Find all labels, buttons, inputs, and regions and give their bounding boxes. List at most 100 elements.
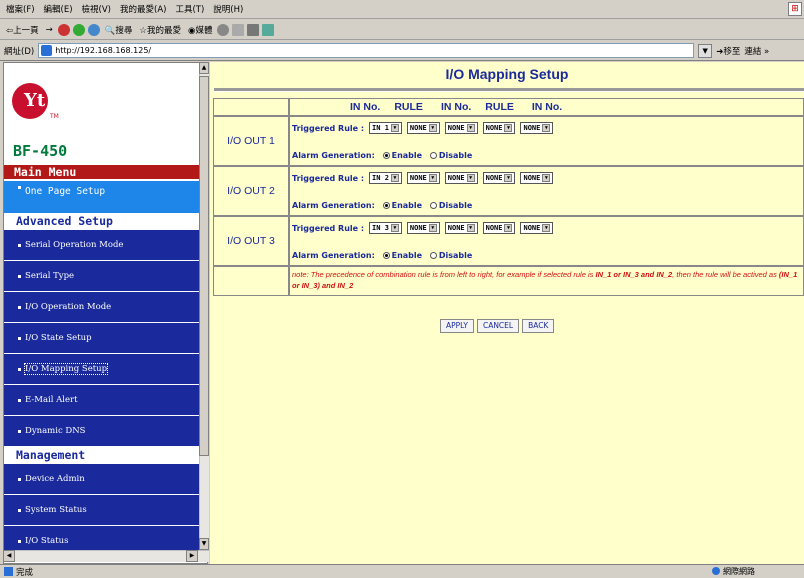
internet-zone-icon <box>712 567 720 575</box>
nav-device-admin[interactable]: Device Admin <box>4 463 204 494</box>
edit-icon[interactable] <box>262 23 275 36</box>
out2-in-select-3[interactable]: NONE ▼ <box>520 172 554 184</box>
favorites-button[interactable]: ☆我的最愛 <box>137 23 183 37</box>
nav-system-status[interactable]: System Status <box>4 494 204 525</box>
note-blank-cell <box>213 266 289 296</box>
bullet-icon <box>18 398 21 402</box>
back-button-form[interactable]: BACK <box>522 319 555 333</box>
nav-one-page-setup[interactable]: One Page Setup <box>4 180 204 214</box>
bullet-icon <box>18 508 21 512</box>
dropdown-arrow-icon: ▼ <box>504 124 513 132</box>
combination-rule-note: note: The precedence of combination rule… <box>292 270 798 290</box>
status-bar: 完成 <box>0 564 804 578</box>
windows-logo-icon: ⊞ <box>788 2 802 16</box>
left-horizontal-scrollbar[interactable] <box>3 550 209 562</box>
nav-dynamic-dns[interactable]: Dynamic DNS <box>4 415 204 446</box>
menu-file[interactable]: 檔案(F) <box>6 3 35 15</box>
out3-disable-radio[interactable] <box>429 252 437 259</box>
nav-serial-type[interactable]: Serial Type <box>4 260 204 291</box>
out1-in-select-1[interactable]: IN 1 ▼ <box>369 122 402 134</box>
bullet-icon <box>18 429 21 433</box>
scroll-up-icon[interactable]: ▲ <box>199 62 209 74</box>
menu-tools[interactable]: 工具(T) <box>175 3 204 15</box>
address-dropdown-icon[interactable]: ▼ <box>698 43 713 58</box>
rule-header: IN No. RULE IN No. RULE IN No. <box>289 98 804 116</box>
out1-in-select-2[interactable]: NONE ▼ <box>444 122 478 134</box>
apply-button[interactable]: APPLY <box>440 319 474 333</box>
content-frame: I/O Mapping Setup IN No. RULE IN No. RUL… <box>210 62 804 564</box>
out2-in-select-2[interactable]: NONE ▼ <box>444 172 478 184</box>
history-icon[interactable] <box>217 23 230 36</box>
out1-rule-select-2[interactable]: NONE ▼ <box>482 122 516 134</box>
out2-disable-radio[interactable] <box>429 202 437 209</box>
menu-favorites[interactable]: 我的最愛(A) <box>120 3 166 15</box>
bullet-icon <box>18 477 21 481</box>
links-button[interactable]: 連結 » <box>744 45 769 57</box>
media-button[interactable]: ◉媒體 <box>186 23 214 37</box>
dropdown-arrow-icon: ▼ <box>542 174 551 182</box>
print-icon[interactable] <box>247 23 260 36</box>
browser-toolbar: ⇦上一頁 → 🔍搜尋 ☆我的最愛 ◉媒體 <box>0 20 804 40</box>
io-out-3-row: Triggered Rule : IN 3 ▼ NONE ▼ NONE ▼ NONE ▼… <box>289 216 804 266</box>
menu-help[interactable]: 說明(H) <box>213 3 243 15</box>
refresh-icon[interactable] <box>72 23 85 36</box>
dropdown-arrow-icon: ▼ <box>542 224 551 232</box>
logo-text: Yt <box>24 90 46 111</box>
back-button[interactable]: ⇦上一頁 <box>4 23 41 37</box>
scroll-right-icon[interactable]: ▶ <box>186 550 198 562</box>
out3-rule-select-1[interactable]: NONE ▼ <box>406 222 440 234</box>
search-button[interactable]: 🔍搜尋 <box>103 23 135 37</box>
menu-view[interactable]: 檢視(V) <box>82 3 111 15</box>
nav-io-mapping-setup[interactable]: I/O Mapping Setup <box>4 353 204 384</box>
dropdown-arrow-icon: ▼ <box>428 174 437 182</box>
nav-serial-operation-mode[interactable]: Serial Operation Mode <box>4 229 204 260</box>
header-rule-1: RULE <box>394 101 423 113</box>
out2-enable-radio[interactable] <box>382 202 390 209</box>
left-navigation-frame: Yt TM BF-450 Main Menu One Page Setup Ad… <box>3 62 208 564</box>
triggered-rule-label: Triggered Rule : <box>292 123 365 133</box>
out1-rule-select-1[interactable]: NONE ▼ <box>406 122 440 134</box>
scroll-left-icon[interactable]: ◀ <box>3 550 15 562</box>
io-out-2-label: I/O OUT 2 <box>213 166 289 216</box>
out1-alarm-generation: Alarm Generation: Enable Disable <box>292 151 473 160</box>
dropdown-arrow-icon: ▼ <box>428 124 437 132</box>
zone-text: 網際網路 <box>723 566 755 576</box>
home-icon[interactable] <box>87 23 100 36</box>
cancel-button[interactable]: CANCEL <box>476 319 520 333</box>
out1-enable-radio[interactable] <box>382 152 390 159</box>
scroll-thumb[interactable] <box>199 76 209 456</box>
action-buttons: APPLY CANCEL BACK <box>440 319 555 333</box>
address-input[interactable]: http://192.168.168.125/ <box>38 43 695 58</box>
out2-alarm-generation: Alarm Generation: Enable Disable <box>292 201 473 210</box>
out2-rule-select-1[interactable]: NONE ▼ <box>406 172 440 184</box>
nav-io-state-setup[interactable]: I/O State Setup <box>4 322 204 353</box>
out3-in-select-3[interactable]: NONE ▼ <box>520 222 554 234</box>
forward-button[interactable]: → <box>44 24 55 36</box>
out3-enable-radio[interactable] <box>382 252 390 259</box>
address-label: 網址(D) <box>4 46 35 57</box>
nav-email-alert[interactable]: E-Mail Alert <box>4 384 204 415</box>
out3-in-select-2[interactable]: NONE ▼ <box>444 222 478 234</box>
bullet-icon <box>18 274 21 278</box>
out1-in-select-3[interactable]: NONE ▼ <box>520 122 554 134</box>
stop-icon[interactable] <box>57 23 70 36</box>
header-rule-2: RULE <box>485 101 514 113</box>
browser-menubar: 檔案(F) 編輯(E) 檢視(V) 我的最愛(A) 工具(T) 說明(H) <box>0 0 804 19</box>
io-out-1-label: I/O OUT 1 <box>213 116 289 166</box>
dropdown-arrow-icon: ▼ <box>542 124 551 132</box>
dropdown-arrow-icon: ▼ <box>428 224 437 232</box>
scroll-down-icon[interactable]: ▼ <box>199 538 209 550</box>
dropdown-arrow-icon: ▼ <box>504 224 513 232</box>
out2-rule-select-2[interactable]: NONE ▼ <box>482 172 516 184</box>
mail-icon[interactable] <box>232 23 245 36</box>
out2-in-select-1[interactable]: IN 2 ▼ <box>369 172 402 184</box>
out3-rule-select-2[interactable]: NONE ▼ <box>482 222 516 234</box>
out3-in-select-1[interactable]: IN 3 ▼ <box>369 222 402 234</box>
nav-io-operation-mode[interactable]: I/O Operation Mode <box>4 291 204 322</box>
header-in-no-3: IN No. <box>531 101 563 113</box>
go-button[interactable]: ➜移至 <box>716 45 740 57</box>
out1-disable-radio[interactable] <box>429 152 437 159</box>
io-out-3-label: I/O OUT 3 <box>213 216 289 266</box>
dropdown-arrow-icon: ▼ <box>390 124 399 132</box>
menu-edit[interactable]: 編輯(E) <box>44 3 73 15</box>
